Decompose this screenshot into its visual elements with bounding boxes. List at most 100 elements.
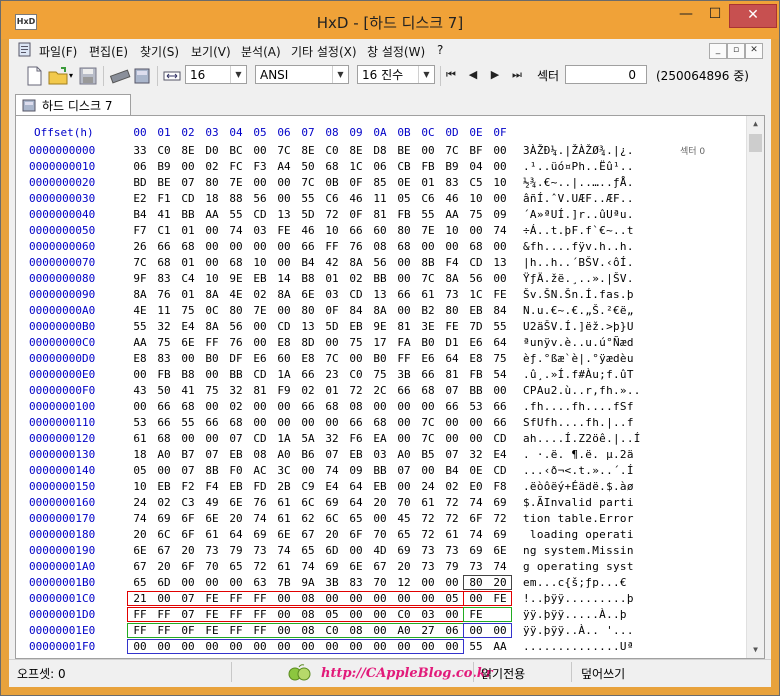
tab-disk-7[interactable]: 하드 디스크 7 (15, 94, 131, 117)
hex-byte[interactable]: E4 (321, 480, 343, 493)
hex-byte[interactable]: 20 (153, 560, 175, 573)
hex-byte[interactable]: 00 (489, 160, 511, 173)
ascii-text[interactable]: èƒ.°ßæ`è|.°ÿædèu (523, 352, 634, 365)
hex-byte[interactable]: 08 (369, 240, 391, 253)
hex-byte[interactable]: 83 (153, 272, 175, 285)
hex-byte[interactable]: CD (177, 192, 199, 205)
hex-byte[interactable]: 68 (225, 256, 247, 269)
hex-byte[interactable]: 00 (441, 432, 463, 445)
hex-byte[interactable]: 76 (249, 496, 271, 509)
hex-byte[interactable]: AC (249, 464, 271, 477)
hex-byte[interactable]: 73 (465, 560, 487, 573)
hex-byte[interactable]: 8A (369, 304, 391, 317)
menu-view[interactable]: 보기(V) (191, 43, 231, 60)
hex-byte[interactable]: 67 (129, 560, 151, 573)
hex-byte[interactable]: C0 (321, 144, 343, 157)
hex-byte[interactable]: 61 (273, 512, 295, 525)
hex-byte[interactable]: 02 (201, 160, 223, 173)
hex-byte[interactable]: 01 (417, 176, 439, 189)
hex-byte[interactable]: F1 (153, 192, 175, 205)
hex-byte[interactable]: 00 (393, 480, 415, 493)
bytes-per-row-select[interactable]: 16 ▼ (185, 65, 247, 84)
ascii-text[interactable]: CPAu2.ù..r,fh.».. (523, 384, 641, 397)
hex-byte[interactable]: BE (393, 144, 415, 157)
hex-byte[interactable]: 26 (129, 240, 151, 253)
hex-byte[interactable]: 50 (297, 160, 319, 173)
hex-byte[interactable]: B6 (297, 448, 319, 461)
hex-row[interactable]: 00000000A0 4E 11 75 0C 80 7E 00 80 0F 84 8A 00 B2 80 EB… (16, 304, 736, 320)
hex-byte[interactable]: 56 (465, 272, 487, 285)
hex-byte[interactable]: 10 (489, 176, 511, 189)
hex-byte[interactable]: 20 (177, 544, 199, 557)
hex-byte[interactable]: 66 (345, 224, 367, 237)
hex-byte[interactable]: 00 (177, 432, 199, 445)
hex-byte[interactable]: 6F (177, 512, 199, 525)
hex-byte[interactable]: 18 (129, 448, 151, 461)
hex-byte[interactable]: 46 (345, 192, 367, 205)
hex-byte[interactable]: 0F (345, 176, 367, 189)
ascii-text[interactable]: ÷Á..t.þF.f`€~..t (523, 224, 634, 237)
hex-byte[interactable]: FE (273, 224, 295, 237)
hex-byte[interactable]: EA (369, 432, 391, 445)
hex-byte[interactable]: 00 (393, 304, 415, 317)
hex-byte[interactable]: 7C (297, 176, 319, 189)
offset-base-select[interactable]: 16 진수 ▼ (357, 65, 435, 84)
hex-byte[interactable]: 00 (369, 400, 391, 413)
hex-byte[interactable]: 00 (201, 240, 223, 253)
hex-byte[interactable]: 00 (249, 336, 271, 349)
hex-byte[interactable]: C6 (321, 192, 343, 205)
hex-byte[interactable]: 69 (393, 544, 415, 557)
hex-byte[interactable]: 03 (369, 448, 391, 461)
hex-byte[interactable]: E6 (465, 336, 487, 349)
hex-byte[interactable]: 74 (297, 560, 319, 573)
hex-byte[interactable]: FF (201, 336, 223, 349)
hex-byte[interactable]: 72 (345, 384, 367, 397)
hex-byte[interactable]: 8A (201, 320, 223, 333)
hex-row[interactable]: 0000000030 E2 F1 CD 18 88 56 00 55 C6 46 11 05 C6 46 10… (16, 192, 736, 208)
hex-byte[interactable]: 83 (441, 176, 463, 189)
hex-byte[interactable]: 00 (417, 240, 439, 253)
ascii-text[interactable]: Šv.ŠN.Šn.Í.fas.þ (523, 288, 634, 301)
hex-byte[interactable]: 00 (177, 576, 199, 589)
hex-byte[interactable]: B0 (417, 336, 439, 349)
menu-window[interactable]: 창 설정(W) (367, 43, 425, 60)
hex-byte[interactable]: 7C (417, 432, 439, 445)
hex-byte[interactable]: AA (129, 336, 151, 349)
hex-byte[interactable]: 00 (249, 144, 271, 157)
hex-byte[interactable]: 00 (249, 416, 271, 429)
ascii-text[interactable]: ŸƒÄ.žë.¸..».|ŠV. (523, 272, 634, 285)
hex-byte[interactable]: 00 (273, 256, 295, 269)
hex-byte[interactable]: 61 (417, 496, 439, 509)
hex-byte[interactable]: 13 (369, 288, 391, 301)
ascii-text[interactable]: ...‹ð¬<.t.»..´.Í (523, 464, 634, 477)
hex-byte[interactable]: 8D (297, 336, 319, 349)
hex-byte[interactable]: F8 (489, 480, 511, 493)
hex-byte[interactable]: 84 (345, 304, 367, 317)
hex-byte[interactable]: 9E (225, 272, 247, 285)
ascii-text[interactable]: .¹..üó¤Ph..Ëû¹.. (523, 160, 634, 173)
hex-byte[interactable]: 00 (249, 320, 271, 333)
hex-byte[interactable]: 0C (201, 304, 223, 317)
hex-byte[interactable]: 08 (345, 400, 367, 413)
hex-byte[interactable]: 6E (489, 544, 511, 557)
hex-byte[interactable]: 46 (297, 224, 319, 237)
hex-byte[interactable]: 74 (465, 528, 487, 541)
hex-byte[interactable]: FB (153, 368, 175, 381)
hex-byte[interactable]: 70 (201, 560, 223, 573)
hex-byte[interactable]: 3E (417, 320, 439, 333)
ascii-text[interactable]: ÿÿ.þÿÿ..À.. '... (523, 624, 634, 637)
hex-byte[interactable]: 00 (201, 432, 223, 445)
hex-byte[interactable]: 00 (417, 576, 439, 589)
hex-byte[interactable]: 49 (201, 496, 223, 509)
hex-byte[interactable]: 0F (321, 304, 343, 317)
hex-row[interactable]: 00000001B0 65 6D 00 00 00 63 7B 9A 3B 83 70 12 00 00 80… (16, 576, 736, 592)
menu-extras[interactable]: 기타 설정(X) (291, 43, 357, 60)
hex-byte[interactable]: B7 (177, 448, 199, 461)
hex-row[interactable]: 0000000080 9F 83 C4 10 9E EB 14 B8 01 02 BB 00 7C 8A 56… (16, 272, 736, 288)
ascii-text[interactable]: . ·.ë. ¶.ë. µ.2ä (523, 448, 634, 461)
hex-byte[interactable]: CD (465, 256, 487, 269)
hex-byte[interactable]: 00 (153, 464, 175, 477)
ascii-text[interactable]: N.u.€~.€.„Š.²€ë„ (523, 304, 634, 317)
hex-byte[interactable]: 00 (273, 304, 295, 317)
hex-byte[interactable]: 8B (201, 464, 223, 477)
